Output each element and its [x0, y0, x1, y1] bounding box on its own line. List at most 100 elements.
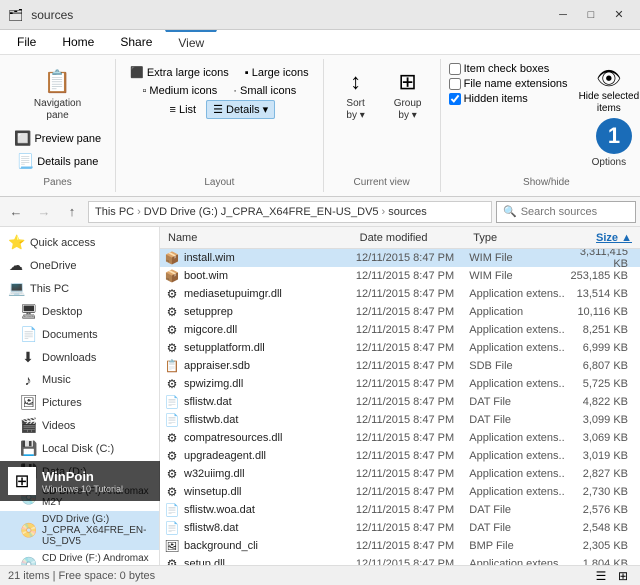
table-row[interactable]: 📄 sflistwb.dat 12/11/2015 8:47 PM DAT Fi… [160, 411, 640, 429]
ribbon-group-current-view: ↕ Sortby ▾ ⊞ Groupby ▾ Current view [324, 59, 441, 192]
file-name: sflistw.woa.dat [184, 504, 255, 516]
file-name-cell: ⚙ setupplatform.dll [164, 341, 356, 355]
table-row[interactable]: 📦 boot.wim 12/11/2015 8:47 PM WIM File 2… [160, 267, 640, 285]
nav-local-disk-c[interactable]: 💾 Local Disk (C:) [0, 437, 159, 460]
nav-quick-access[interactable]: ⭐ Quick access [0, 231, 159, 254]
search-input[interactable] [521, 206, 629, 218]
nav-music[interactable]: ♪ Music [0, 369, 159, 391]
file-icon: 📄 [164, 521, 180, 535]
table-row[interactable]: 📄 sflistw.woa.dat 12/11/2015 8:47 PM DAT… [160, 501, 640, 519]
file-type-cell: Application extens... [469, 342, 565, 354]
file-date-cell: 12/11/2015 8:47 PM [356, 522, 469, 534]
checkboxes: Item check boxes File name extensions Hi… [449, 63, 568, 172]
file-type-cell: WIM File [469, 270, 565, 282]
item-check-boxes-checkbox[interactable] [449, 63, 461, 75]
breadcrumb-dvd[interactable]: DVD Drive (G:) J_CPRA_X64FRE_EN-US_DV5 [144, 206, 379, 218]
window-controls[interactable]: ─ □ ✕ [550, 5, 632, 25]
nav-downloads[interactable]: ⬇ Downloads [0, 346, 159, 369]
table-row[interactable]: ⚙ spwizimg.dll 12/11/2015 8:47 PM Applic… [160, 375, 640, 393]
file-name: setupplatform.dll [184, 342, 265, 354]
table-row[interactable]: 📋 appraiser.sdb 12/11/2015 8:47 PM SDB F… [160, 357, 640, 375]
file-name-extensions-checkbox[interactable] [449, 78, 461, 90]
breadcrumb[interactable]: This PC › DVD Drive (G:) J_CPRA_X64FRE_E… [88, 201, 492, 223]
hidden-items-checkbox[interactable] [449, 93, 461, 105]
file-name: winsetup.dll [184, 486, 241, 498]
list-button[interactable]: ≡ List [163, 101, 202, 119]
preview-pane-button[interactable]: 🔲 Preview pane [8, 127, 107, 150]
breadcrumb-sources[interactable]: sources [388, 206, 427, 218]
col-header-date[interactable]: Date modified [356, 230, 470, 246]
table-row[interactable]: ⚙ migcore.dll 12/11/2015 8:47 PM Applica… [160, 321, 640, 339]
file-icon: ⚙ [164, 287, 180, 301]
table-row[interactable]: ⚙ setupprep 12/11/2015 8:47 PM Applicati… [160, 303, 640, 321]
nav-pictures[interactable]: 🖼 Pictures [0, 391, 159, 414]
col-header-size[interactable]: Size ▲ [566, 230, 636, 246]
nav-onedrive[interactable]: ☁ OneDrive [0, 254, 159, 277]
table-row[interactable]: 📦 install.wim 12/11/2015 8:47 PM WIM Fil… [160, 249, 640, 267]
up-button[interactable]: ↑ [60, 201, 84, 223]
nav-desktop[interactable]: 🖥 Desktop [0, 300, 159, 323]
tab-home[interactable]: Home [49, 30, 107, 54]
details-view-button[interactable]: ☰ [592, 568, 610, 584]
item-check-boxes-option[interactable]: Item check boxes [449, 63, 568, 75]
navigation-pane-button[interactable]: 📋 Navigationpane [27, 63, 88, 125]
minimize-button[interactable]: ─ [550, 5, 576, 25]
back-button[interactable]: ← [4, 201, 28, 223]
tab-view[interactable]: View [165, 30, 217, 54]
file-name-cell: ⚙ setup.dll [164, 557, 356, 565]
file-name: setup.dll [184, 558, 225, 565]
col-header-type[interactable]: Type [469, 230, 565, 246]
extra-large-icons-button[interactable]: ⬛ Extra large icons [124, 63, 235, 82]
table-row[interactable]: ⚙ upgradeagent.dll 12/11/2015 8:47 PM Ap… [160, 447, 640, 465]
table-row[interactable]: ⚙ w32uiimg.dll 12/11/2015 8:47 PM Applic… [160, 465, 640, 483]
file-date-cell: 12/11/2015 8:47 PM [356, 414, 469, 426]
nav-this-pc[interactable]: 💻 This PC [0, 277, 159, 300]
file-date-cell: 12/11/2015 8:47 PM [356, 540, 469, 552]
table-row[interactable]: ⚙ mediasetupuimgr.dll 12/11/2015 8:47 PM… [160, 285, 640, 303]
close-button[interactable]: ✕ [606, 5, 632, 25]
nav-documents[interactable]: 📄 Documents [0, 323, 159, 346]
tab-share[interactable]: Share [107, 30, 165, 54]
breadcrumb-this-pc[interactable]: This PC [95, 206, 134, 218]
nav-videos[interactable]: 🎬 Videos [0, 414, 159, 437]
brand-subtext: Windows 10 Tutorial [42, 484, 123, 494]
nav-pane-icon: 📋 [42, 66, 74, 98]
nav-cd-f2[interactable]: 💿 CD Drive (F:) Andromax M2Y [0, 550, 159, 565]
maximize-button[interactable]: □ [578, 5, 604, 25]
file-type-cell: Application extens... [469, 558, 565, 565]
table-row[interactable]: ⚙ compatresources.dll 12/11/2015 8:47 PM… [160, 429, 640, 447]
group-by-button[interactable]: ⊞ Groupby ▾ [384, 63, 432, 125]
documents-label: Documents [42, 329, 98, 341]
hide-selected-button[interactable]: 👁 Hide selecteditems [574, 63, 640, 118]
large-icons-button[interactable]: ▪ Large icons [239, 64, 315, 82]
tab-file[interactable]: File [4, 30, 49, 54]
file-type-cell: DAT File [469, 414, 565, 426]
file-icon: 📦 [164, 251, 180, 265]
large-view-button[interactable]: ⊞ [614, 568, 632, 584]
file-name-extensions-option[interactable]: File name extensions [449, 78, 568, 90]
table-row[interactable]: ⚙ setupplatform.dll 12/11/2015 8:47 PM A… [160, 339, 640, 357]
table-row[interactable]: ⚙ setup.dll 12/11/2015 8:47 PM Applicati… [160, 555, 640, 565]
search-box[interactable]: 🔍 [496, 201, 636, 223]
small-icons-button[interactable]: · Small icons [227, 82, 302, 100]
ribbon-group-layout: ⬛ Extra large icons ▪ Large icons ▫ Medi… [116, 59, 324, 192]
table-row[interactable]: 📄 sflistw.dat 12/11/2015 8:47 PM DAT Fil… [160, 393, 640, 411]
file-type-cell: Application extens... [469, 450, 565, 462]
file-date-cell: 12/11/2015 8:47 PM [356, 558, 469, 565]
table-row[interactable]: 🖼 background_cli 12/11/2015 8:47 PM BMP … [160, 537, 640, 555]
hidden-items-option[interactable]: Hidden items [449, 93, 568, 105]
panes-buttons: 📋 Navigationpane [27, 63, 88, 125]
medium-icons-button[interactable]: ▫ Medium icons [136, 82, 223, 100]
table-row[interactable]: ⚙ winsetup.dll 12/11/2015 8:47 PM Applic… [160, 483, 640, 501]
col-header-name[interactable]: Name [164, 230, 356, 246]
window-title: sources [31, 8, 550, 22]
details-pane-button[interactable]: 📃 Details pane [11, 150, 105, 173]
table-row[interactable]: 📄 sflistw8.dat 12/11/2015 8:47 PM DAT Fi… [160, 519, 640, 537]
nav-dvd-g[interactable]: 📀 DVD Drive (G:) J_CPRA_X64FRE_EN-US_DV5 [0, 511, 159, 550]
file-name: upgradeagent.dll [184, 450, 266, 462]
file-size-cell: 5,725 KB [565, 378, 636, 390]
forward-button[interactable]: → [32, 201, 56, 223]
details-icon: 📃 [17, 153, 34, 170]
sort-by-button[interactable]: ↕ Sortby ▾ [332, 63, 380, 125]
details-button[interactable]: ☰ Details ▾ [206, 100, 275, 119]
